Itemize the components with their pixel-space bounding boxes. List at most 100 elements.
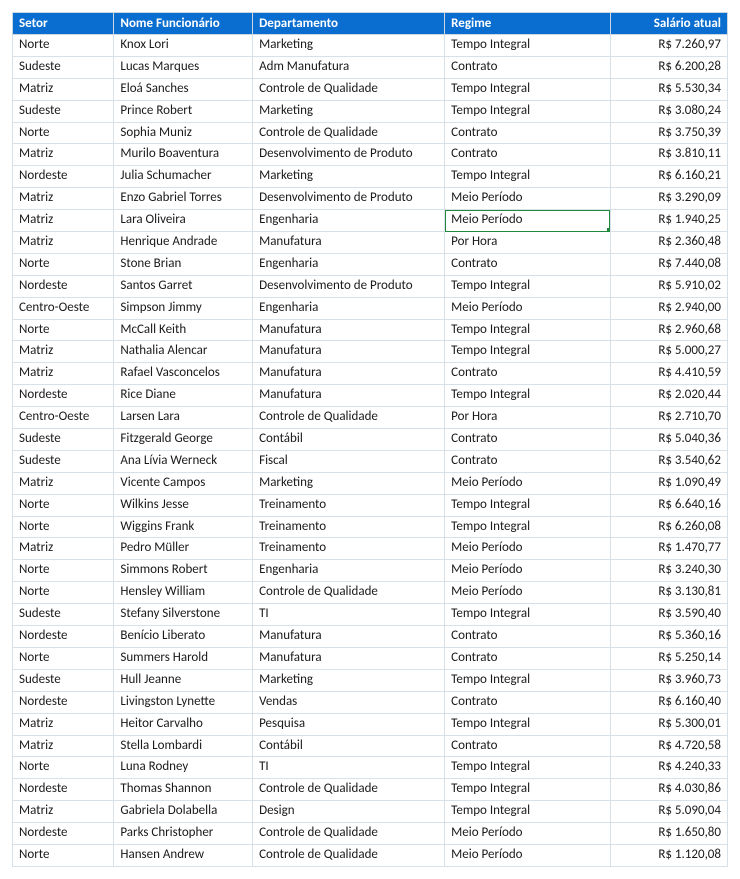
cell-departamento[interactable]: Marketing xyxy=(253,35,445,57)
cell-regime[interactable]: Meio Período xyxy=(445,188,610,210)
header-nome[interactable]: Nome Funcionário xyxy=(114,13,253,35)
cell-nome[interactable]: Luna Rodney xyxy=(114,757,253,779)
cell-regime[interactable]: Tempo Integral xyxy=(445,494,610,516)
cell-nome[interactable]: Summers Harold xyxy=(114,647,253,669)
cell-salario[interactable]: R$ 7.440,08 xyxy=(610,253,727,275)
cell-setor[interactable]: Centro-Oeste xyxy=(13,297,114,319)
cell-salario[interactable]: R$ 3.810,11 xyxy=(610,144,727,166)
cell-salario[interactable]: R$ 6.260,08 xyxy=(610,516,727,538)
cell-departamento[interactable]: Controle de Qualidade xyxy=(253,844,445,866)
cell-departamento[interactable]: Desenvolvimento de Produto xyxy=(253,275,445,297)
cell-nome[interactable]: Simmons Robert xyxy=(114,560,253,582)
cell-departamento[interactable]: Manufatura xyxy=(253,341,445,363)
cell-salario[interactable]: R$ 2.360,48 xyxy=(610,232,727,254)
cell-nome[interactable]: Heitor Carvalho xyxy=(114,713,253,735)
cell-setor[interactable]: Centro-Oeste xyxy=(13,407,114,429)
cell-salario[interactable]: R$ 1.650,80 xyxy=(610,823,727,845)
header-salario[interactable]: Salário atual xyxy=(610,13,727,35)
cell-departamento[interactable]: Manufatura xyxy=(253,363,445,385)
header-setor[interactable]: Setor xyxy=(13,13,114,35)
cell-regime[interactable]: Contrato xyxy=(445,363,610,385)
cell-salario[interactable]: R$ 4.410,59 xyxy=(610,363,727,385)
cell-salario[interactable]: R$ 5.910,02 xyxy=(610,275,727,297)
cell-setor[interactable]: Norte xyxy=(13,516,114,538)
cell-nome[interactable]: Nathalia Alencar xyxy=(114,341,253,363)
cell-salario[interactable]: R$ 3.080,24 xyxy=(610,100,727,122)
cell-nome[interactable]: Gabriela Dolabella xyxy=(114,801,253,823)
cell-nome[interactable]: Wiggins Frank xyxy=(114,516,253,538)
cell-nome[interactable]: Lara Oliveira xyxy=(114,210,253,232)
cell-departamento[interactable]: Manufatura xyxy=(253,232,445,254)
cell-regime[interactable]: Contrato xyxy=(445,122,610,144)
cell-regime[interactable]: Contrato xyxy=(445,429,610,451)
cell-regime[interactable]: Tempo Integral xyxy=(445,275,610,297)
cell-regime[interactable]: Tempo Integral xyxy=(445,604,610,626)
cell-nome[interactable]: Lucas Marques xyxy=(114,56,253,78)
cell-setor[interactable]: Matriz xyxy=(13,232,114,254)
cell-salario[interactable]: R$ 2.940,00 xyxy=(610,297,727,319)
cell-departamento[interactable]: Manufatura xyxy=(253,647,445,669)
cell-regime[interactable]: Contrato xyxy=(445,691,610,713)
cell-salario[interactable]: R$ 2.020,44 xyxy=(610,385,727,407)
cell-nome[interactable]: Benício Liberato xyxy=(114,626,253,648)
cell-nome[interactable]: Livingston Lynette xyxy=(114,691,253,713)
cell-setor[interactable]: Matriz xyxy=(13,538,114,560)
cell-nome[interactable]: Knox Lori xyxy=(114,35,253,57)
cell-regime[interactable]: Tempo Integral xyxy=(445,319,610,341)
cell-departamento[interactable]: Desenvolvimento de Produto xyxy=(253,144,445,166)
cell-departamento[interactable]: Design xyxy=(253,801,445,823)
cell-departamento[interactable]: Controle de Qualidade xyxy=(253,823,445,845)
cell-regime[interactable]: Tempo Integral xyxy=(445,166,610,188)
cell-salario[interactable]: R$ 5.040,36 xyxy=(610,429,727,451)
cell-nome[interactable]: Simpson Jimmy xyxy=(114,297,253,319)
cell-nome[interactable]: McCall Keith xyxy=(114,319,253,341)
cell-departamento[interactable]: Engenharia xyxy=(253,210,445,232)
cell-setor[interactable]: Matriz xyxy=(13,713,114,735)
cell-regime[interactable]: Contrato xyxy=(445,144,610,166)
cell-departamento[interactable]: Fiscal xyxy=(253,450,445,472)
cell-regime[interactable]: Tempo Integral xyxy=(445,385,610,407)
cell-setor[interactable]: Norte xyxy=(13,844,114,866)
cell-salario[interactable]: R$ 4.240,33 xyxy=(610,757,727,779)
cell-departamento[interactable]: Controle de Qualidade xyxy=(253,407,445,429)
cell-setor[interactable]: Sudeste xyxy=(13,450,114,472)
cell-departamento[interactable]: Controle de Qualidade xyxy=(253,779,445,801)
cell-regime[interactable]: Contrato xyxy=(445,450,610,472)
cell-departamento[interactable]: Marketing xyxy=(253,100,445,122)
cell-salario[interactable]: R$ 3.240,30 xyxy=(610,560,727,582)
cell-setor[interactable]: Nordeste xyxy=(13,275,114,297)
header-regime[interactable]: Regime xyxy=(445,13,610,35)
cell-nome[interactable]: Eloá Sanches xyxy=(114,78,253,100)
cell-salario[interactable]: R$ 3.130,81 xyxy=(610,582,727,604)
cell-setor[interactable]: Nordeste xyxy=(13,626,114,648)
cell-setor[interactable]: Matriz xyxy=(13,78,114,100)
cell-regime[interactable]: Meio Período xyxy=(445,210,610,232)
cell-departamento[interactable]: TI xyxy=(253,757,445,779)
cell-nome[interactable]: Rafael Vasconcelos xyxy=(114,363,253,385)
cell-setor[interactable]: Matriz xyxy=(13,188,114,210)
cell-nome[interactable]: Enzo Gabriel Torres xyxy=(114,188,253,210)
cell-setor[interactable]: Nordeste xyxy=(13,385,114,407)
cell-salario[interactable]: R$ 2.710,70 xyxy=(610,407,727,429)
cell-nome[interactable]: Hansen Andrew xyxy=(114,844,253,866)
cell-setor[interactable]: Matriz xyxy=(13,801,114,823)
cell-nome[interactable]: Vicente Campos xyxy=(114,472,253,494)
cell-regime[interactable]: Tempo Integral xyxy=(445,100,610,122)
cell-setor[interactable]: Matriz xyxy=(13,144,114,166)
cell-setor[interactable]: Matriz xyxy=(13,363,114,385)
cell-regime[interactable]: Meio Período xyxy=(445,472,610,494)
cell-setor[interactable]: Norte xyxy=(13,494,114,516)
cell-salario[interactable]: R$ 6.640,16 xyxy=(610,494,727,516)
cell-regime[interactable]: Tempo Integral xyxy=(445,341,610,363)
cell-departamento[interactable]: Manufatura xyxy=(253,626,445,648)
cell-nome[interactable]: Thomas Shannon xyxy=(114,779,253,801)
cell-nome[interactable]: Sophia Muniz xyxy=(114,122,253,144)
cell-departamento[interactable]: Engenharia xyxy=(253,297,445,319)
cell-salario[interactable]: R$ 3.290,09 xyxy=(610,188,727,210)
cell-departamento[interactable]: TI xyxy=(253,604,445,626)
cell-departamento[interactable]: Engenharia xyxy=(253,560,445,582)
cell-setor[interactable]: Sudeste xyxy=(13,56,114,78)
cell-setor[interactable]: Norte xyxy=(13,582,114,604)
cell-salario[interactable]: R$ 5.090,04 xyxy=(610,801,727,823)
header-departamento[interactable]: Departamento xyxy=(253,13,445,35)
